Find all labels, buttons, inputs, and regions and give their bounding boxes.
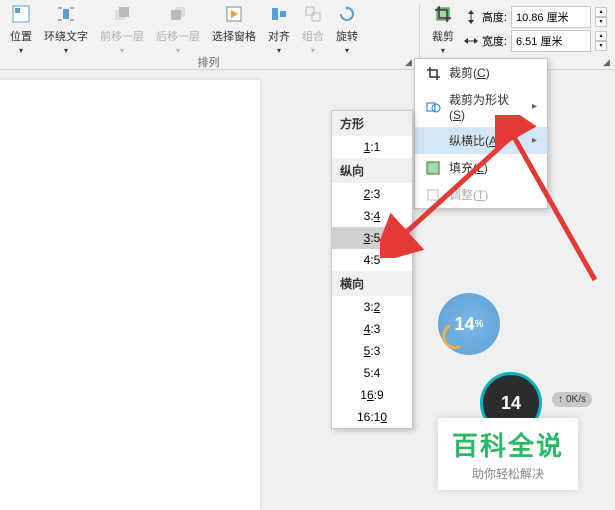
wrap-text-label: 环绕文字 — [44, 28, 88, 44]
bring-forward-button[interactable]: 前移一层 ▾ — [94, 2, 150, 57]
submenu-arrow-icon: ▸ — [532, 101, 537, 112]
ratio-item-3-5[interactable]: 3:5 — [332, 227, 412, 249]
rotate-button[interactable]: 旋转 ▾ — [330, 2, 364, 57]
align-icon — [269, 4, 289, 24]
ratio-item-5-3[interactable]: 5:3 — [332, 340, 412, 362]
bring-forward-icon — [112, 4, 132, 24]
group-button[interactable]: 组合 ▾ — [296, 2, 330, 57]
width-spinner-down[interactable]: ▾ — [595, 41, 607, 51]
fit-icon — [425, 187, 441, 203]
ratio-item-4-3[interactable]: 4:3 — [332, 318, 412, 340]
height-icon — [464, 10, 478, 24]
width-label: 宽度: — [482, 33, 507, 49]
watermark-title: 百科全说 — [452, 426, 564, 463]
progress-value: 14 — [455, 314, 475, 335]
crop-button[interactable]: 裁剪 ▾ — [426, 2, 460, 57]
rotate-label: 旋转 — [336, 28, 358, 44]
ratio-item-4-5[interactable]: 4:5 — [332, 249, 412, 271]
rotate-icon — [337, 4, 357, 24]
crop-label: 裁剪 — [432, 28, 454, 44]
document-canvas[interactable] — [0, 80, 260, 510]
fill-icon — [425, 160, 441, 176]
send-backward-icon — [168, 4, 188, 24]
group-icon — [303, 4, 323, 24]
ratio-item-16-10[interactable]: 16:10 — [332, 406, 412, 428]
ratio-item-1-1[interactable]: 1:1 — [332, 136, 412, 158]
ratio-header-portrait: 纵向 — [332, 158, 412, 183]
watermark: 百科全说 助你轻松解决 — [438, 418, 578, 490]
progress-widget-1: 14% — [438, 293, 500, 355]
align-button[interactable]: 对齐 ▾ — [262, 2, 296, 57]
send-backward-label: 后移一层 — [156, 28, 200, 44]
network-speed-badge: ↑ 0K/s — [552, 392, 592, 407]
progress-pct: % — [475, 319, 484, 330]
ratio-item-16-9[interactable]: 16:9 — [332, 384, 412, 406]
submenu-arrow-icon: ▸ — [532, 135, 537, 146]
wrap-text-button[interactable]: 环绕文字 ▾ — [38, 2, 94, 57]
ratio-item-3-2[interactable]: 3:2 — [332, 296, 412, 318]
width-input[interactable] — [511, 30, 591, 52]
group-label: 组合 — [302, 28, 324, 44]
crop-menu-fill[interactable]: 填充(L) — [415, 154, 547, 181]
height-label: 高度: — [482, 9, 507, 25]
crop-icon — [425, 65, 441, 81]
shape-icon — [425, 99, 441, 115]
position-icon — [11, 4, 31, 24]
up-arrow-icon: ↑ — [558, 394, 563, 405]
wrap-text-icon — [56, 4, 76, 24]
caret-down-icon: ▾ — [441, 46, 445, 55]
crop-menu-fit[interactable]: 调整(T) — [415, 181, 547, 208]
ratio-item-5-4[interactable]: 5:4 — [332, 362, 412, 384]
ratio-header-square: 方形 — [332, 111, 412, 136]
crop-icon — [433, 4, 453, 24]
position-button[interactable]: 位置 ▾ — [4, 2, 38, 57]
crop-menu-aspect-ratio[interactable]: 纵横比(A) ▸ — [415, 127, 547, 154]
selection-pane-icon — [224, 4, 244, 24]
crop-dropdown: 裁剪(C) 裁剪为形状(S) ▸ 纵横比(A) ▸ 填充(L) 调整(T) — [414, 58, 548, 209]
arrange-group-label: 排列 — [0, 54, 417, 70]
crop-menu-crop-to-shape[interactable]: 裁剪为形状(S) ▸ — [415, 86, 547, 127]
progress-value-2: 14 — [501, 393, 521, 414]
aspect-ratio-submenu: 方形 1:1 纵向 2:3 3:4 3:5 4:5 横向 3:2 4:3 5:3… — [331, 110, 413, 429]
height-spinner-down[interactable]: ▾ — [595, 17, 607, 27]
net-speed-value: 0K/s — [566, 394, 586, 405]
align-label: 对齐 — [268, 28, 290, 44]
ratio-header-landscape: 横向 — [332, 271, 412, 296]
width-icon — [464, 34, 478, 48]
ratio-item-3-4[interactable]: 3:4 — [332, 205, 412, 227]
watermark-sub: 助你轻松解决 — [452, 465, 564, 482]
height-input[interactable] — [511, 6, 591, 28]
crop-menu-crop[interactable]: 裁剪(C) — [415, 59, 547, 86]
height-spinner-up[interactable]: ▴ — [595, 7, 607, 17]
ratio-item-2-3[interactable]: 2:3 — [332, 183, 412, 205]
bring-forward-label: 前移一层 — [100, 28, 144, 44]
position-label: 位置 — [10, 28, 32, 44]
send-backward-button[interactable]: 后移一层 ▾ — [150, 2, 206, 57]
width-spinner-up[interactable]: ▴ — [595, 31, 607, 41]
selection-pane-label: 选择窗格 — [212, 28, 256, 44]
dialog-launcher-icon[interactable]: ◢ — [603, 57, 613, 67]
selection-pane-button[interactable]: 选择窗格 — [206, 2, 262, 46]
